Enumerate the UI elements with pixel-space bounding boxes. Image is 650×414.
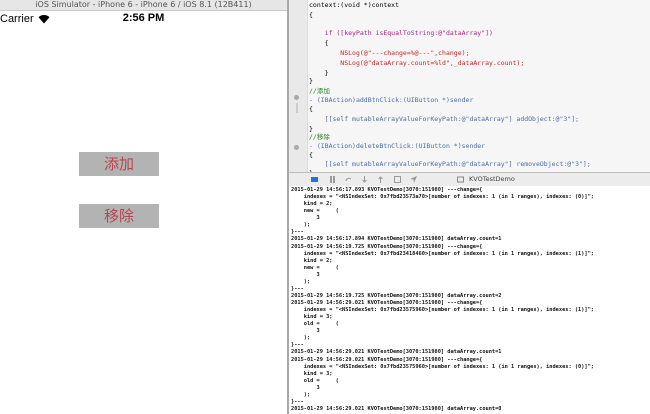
log-line: ); bbox=[291, 391, 311, 398]
location-icon[interactable] bbox=[410, 176, 417, 183]
log-line: 2015-01-29 14:56:17.893 KVOTestDemo[3070… bbox=[291, 187, 483, 193]
editor-gutter[interactable] bbox=[289, 0, 308, 172]
code-line: { bbox=[309, 105, 313, 113]
log-line: 2015-01-29 14:56:29.021 KVOTestDemo[3070… bbox=[291, 300, 483, 306]
step-out-icon[interactable] bbox=[377, 176, 384, 183]
add-button[interactable]: 添加 bbox=[79, 152, 159, 176]
process-label: KVOTestDemo bbox=[469, 175, 515, 183]
code-line: { bbox=[309, 39, 329, 47]
step-over-icon[interactable] bbox=[345, 176, 352, 183]
code-line: - (IBAction)addBtnClick:(UIButton *)send… bbox=[309, 96, 474, 104]
target-icon[interactable] bbox=[457, 176, 464, 183]
log-line: ); bbox=[291, 278, 311, 285]
remove-button[interactable]: 移除 bbox=[79, 204, 159, 228]
log-line: indexes = "<NSIndexSet: 0x7fbd23418460>[… bbox=[291, 250, 594, 257]
log-line: kind = 2; bbox=[291, 201, 333, 208]
code-editor[interactable]: context:(void *)context { if ([keyPath i… bbox=[289, 0, 650, 172]
log-line: new = ( bbox=[291, 208, 339, 215]
gutter-marker bbox=[289, 93, 307, 103]
log-line: 2015-01-29 14:56:29.021 KVOTestDemo[3070… bbox=[291, 405, 502, 412]
ios-status-bar: Carrier 2:56 PM bbox=[0, 11, 287, 29]
code-line: NSLog(@"---change=%@---",change); bbox=[309, 49, 470, 57]
status-time: 2:56 PM bbox=[122, 12, 165, 24]
code-line: } bbox=[309, 77, 313, 85]
log-line: 2015-01-29 14:56:19.725 KVOTestDemo[3070… bbox=[291, 292, 502, 299]
gutter-marker bbox=[289, 143, 307, 153]
gutter-marker bbox=[289, 103, 307, 113]
code-line: if ([keyPath isEqualToString:@"dataArray… bbox=[309, 29, 493, 37]
code-line: { bbox=[309, 11, 313, 19]
log-line: ); bbox=[291, 222, 311, 229]
code-line: NSLog(@"dataArray.count=%ld",_dataArray.… bbox=[309, 59, 525, 67]
log-line: kind = 3; bbox=[291, 370, 333, 377]
log-line: 2015-01-29 14:56:19.725 KVOTestDemo[3070… bbox=[291, 243, 483, 250]
debug-console[interactable]: 2015-01-29 14:56:17.893 KVOTestDemo[3070… bbox=[289, 186, 650, 414]
code-line: [[self mutableArrayValueForKeyPath:@"dat… bbox=[309, 115, 580, 123]
log-line: indexes = "<NSIndexSet: 0x7fbd23573a70>[… bbox=[291, 194, 594, 201]
log-line: old = ( bbox=[291, 321, 339, 328]
step-in-icon[interactable] bbox=[361, 176, 368, 183]
log-line: kind = 3; bbox=[291, 314, 333, 321]
code-line: context:(void *)context bbox=[309, 1, 400, 9]
code-line: - (IBAction)deleteBtnClick:(UIButton *)s… bbox=[309, 142, 486, 150]
log-line: kind = 2; bbox=[291, 257, 333, 264]
log-line: ); bbox=[291, 335, 311, 342]
log-line: old = ( bbox=[291, 377, 339, 384]
ios-simulator-window: iOS Simulator - iPhone 6 - iPhone 6 / iO… bbox=[0, 0, 287, 414]
log-line: indexes = "<NSIndexSet: 0x7fbd23575960>[… bbox=[291, 363, 594, 370]
simulator-title-bar: iOS Simulator - iPhone 6 - iPhone 6 / iO… bbox=[0, 0, 287, 11]
log-line: 2015-01-29 14:56:29.021 KVOTestDemo[3070… bbox=[291, 356, 483, 363]
log-line: new = ( bbox=[291, 264, 339, 271]
log-line: indexes = "<NSIndexSet: 0x7fbd23575960>[… bbox=[291, 307, 594, 314]
log-line: 2015-01-29 14:56:29.021 KVOTestDemo[3070… bbox=[291, 349, 502, 356]
pause-icon[interactable] bbox=[329, 176, 336, 183]
log-line: 2015-01-29 14:56:17.894 KVOTestDemo[3070… bbox=[291, 236, 502, 243]
console-toggle-icon[interactable] bbox=[311, 176, 318, 183]
view-debug-icon[interactable] bbox=[394, 176, 401, 183]
code-line: [[self mutableArrayValueForKeyPath:@"dat… bbox=[309, 160, 591, 168]
debug-bar: KVOTestDemo bbox=[289, 172, 650, 187]
